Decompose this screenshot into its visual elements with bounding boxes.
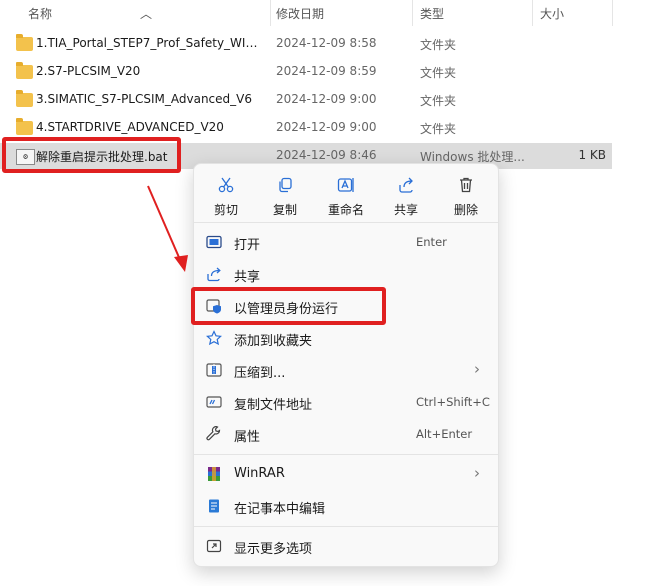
share-button[interactable]: 共享 xyxy=(380,172,432,218)
menu-item-add-favorites[interactable]: 添加到收藏夹 xyxy=(194,323,498,353)
submenu-chevron-icon: › xyxy=(474,464,480,482)
file-date: 2024-12-09 9:00 xyxy=(276,120,377,134)
rename-label: 重命名 xyxy=(327,203,364,217)
path-icon xyxy=(206,396,222,408)
menu-item-open[interactable]: 打开 Enter xyxy=(194,227,498,257)
menu-divider xyxy=(194,222,498,223)
column-header-name[interactable]: 名称 xyxy=(28,5,52,22)
column-header-date[interactable]: 修改日期 xyxy=(276,5,324,22)
menu-item-label: 复制文件地址 xyxy=(234,398,313,413)
rename-icon xyxy=(337,178,354,192)
menu-item-label: 显示更多选项 xyxy=(234,542,313,557)
menu-item-show-more[interactable]: 显示更多选项 xyxy=(194,531,498,561)
file-size: 1 KB xyxy=(578,148,606,162)
menu-item-label: 属性 xyxy=(234,430,261,445)
submenu-chevron-icon: › xyxy=(474,360,480,378)
rename-button[interactable]: 重命名 xyxy=(320,172,372,218)
file-date: 2024-12-09 8:46 xyxy=(276,148,377,162)
menu-item-label: WinRAR xyxy=(234,466,285,481)
folder-icon xyxy=(16,62,33,79)
highlight-box-bat-file xyxy=(2,137,181,173)
menu-divider xyxy=(194,454,498,455)
column-separator[interactable] xyxy=(412,0,413,26)
menu-item-compress[interactable]: 压缩到... › xyxy=(194,355,498,385)
menu-item-label: 添加到收藏夹 xyxy=(234,334,313,349)
file-date: 2024-12-09 8:58 xyxy=(276,36,377,50)
menu-item-label: 压缩到... xyxy=(234,366,286,381)
highlight-box-run-as-admin xyxy=(191,287,386,325)
folder-icon xyxy=(16,90,33,107)
star-icon xyxy=(206,330,222,346)
menu-item-edit-notepad[interactable]: 在记事本中编辑 xyxy=(194,491,498,521)
column-separator[interactable] xyxy=(270,0,271,26)
file-row[interactable]: 3.SIMATIC_S7-PLCSIM_Advanced_V6 2024-12-… xyxy=(0,87,612,113)
file-type: 文件夹 xyxy=(420,94,457,108)
wrench-icon xyxy=(206,426,221,441)
menu-item-label: 在记事本中编辑 xyxy=(234,502,326,517)
menu-item-copy-path[interactable]: 复制文件地址 Ctrl+Shift+C xyxy=(194,387,498,417)
file-type: 文件夹 xyxy=(420,38,457,52)
trash-icon xyxy=(460,177,472,193)
more-options-icon xyxy=(206,539,222,553)
folder-icon xyxy=(16,118,33,135)
column-separator xyxy=(612,0,613,26)
context-menu: 剪切 复制 重命名 共享 删除 打开 Enter 共享 以管理员身份运行 添加到… xyxy=(193,163,499,567)
file-row[interactable]: 1.TIA_Portal_STEP7_Prof_Safety_WINCC_Pro… xyxy=(0,31,612,57)
winrar-icon xyxy=(208,467,220,481)
column-header-bar: ︿ 名称 修改日期 类型 大小 xyxy=(0,0,613,26)
share-icon xyxy=(207,267,221,282)
sort-caret-icon: ︿ xyxy=(140,7,153,21)
menu-item-label: 共享 xyxy=(234,270,261,285)
copy-button[interactable]: 复制 xyxy=(259,172,311,218)
file-row[interactable]: 2.S7-PLCSIM_V20 2024-12-09 8:59 文件夹 xyxy=(0,59,612,85)
cut-button[interactable]: 剪切 xyxy=(200,172,252,218)
delete-button[interactable]: 删除 xyxy=(440,172,492,218)
file-type: 文件夹 xyxy=(420,66,457,80)
menu-item-share[interactable]: 共享 xyxy=(194,259,498,289)
delete-label: 删除 xyxy=(453,203,478,217)
menu-item-shortcut: Alt+Enter xyxy=(416,427,473,441)
zip-icon xyxy=(206,363,222,377)
menu-item-label: 打开 xyxy=(234,238,261,253)
menu-item-winrar[interactable]: WinRAR › xyxy=(194,459,498,489)
menu-item-shortcut: Enter xyxy=(416,235,447,249)
scissors-icon xyxy=(218,177,234,193)
file-name: 2.S7-PLCSIM_V20 xyxy=(36,64,141,78)
cut-label: 剪切 xyxy=(213,203,238,217)
column-separator[interactable] xyxy=(532,0,533,26)
share-label: 共享 xyxy=(393,203,418,217)
menu-divider xyxy=(194,526,498,527)
share-icon xyxy=(399,177,413,193)
copy-label: 复制 xyxy=(272,203,297,217)
file-name: 4.STARTDRIVE_ADVANCED_V20 xyxy=(36,120,224,134)
file-date: 2024-12-09 9:00 xyxy=(276,92,377,106)
notepad-icon xyxy=(209,499,219,513)
file-name: 1.TIA_Portal_STEP7_Prof_Safety_WINCC_Pro… xyxy=(36,36,264,50)
quick-action-bar: 剪切 复制 重命名 共享 删除 xyxy=(194,164,498,222)
column-header-type[interactable]: 类型 xyxy=(420,5,444,22)
open-icon xyxy=(206,235,222,249)
menu-item-properties[interactable]: 属性 Alt+Enter xyxy=(194,419,498,449)
file-name: 3.SIMATIC_S7-PLCSIM_Advanced_V6 xyxy=(36,92,252,106)
file-type: 文件夹 xyxy=(420,122,457,136)
file-date: 2024-12-09 8:59 xyxy=(276,64,377,78)
column-header-size[interactable]: 大小 xyxy=(540,5,564,22)
folder-icon xyxy=(16,34,33,51)
copy-icon xyxy=(279,177,292,193)
menu-item-shortcut: Ctrl+Shift+C xyxy=(416,395,490,409)
